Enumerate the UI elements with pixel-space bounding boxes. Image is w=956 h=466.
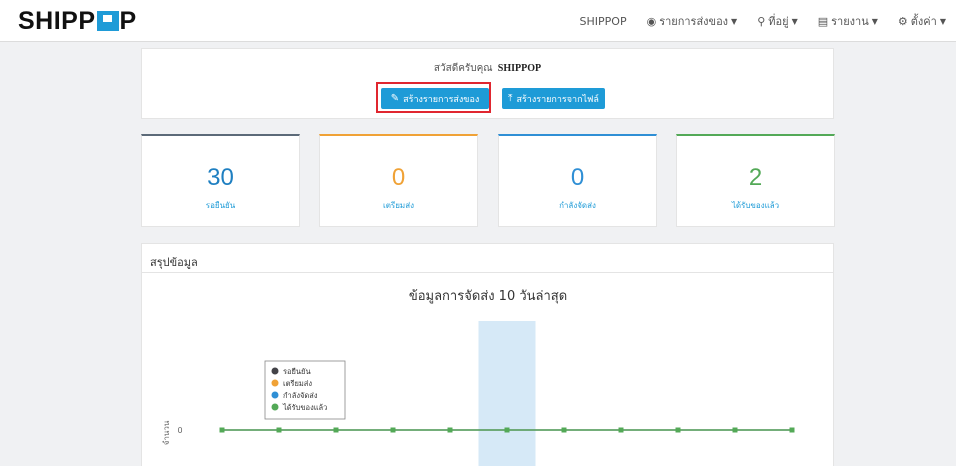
- stat-card-pending[interactable]: 30 รอยืนยัน: [141, 134, 300, 227]
- import-file-label: สร้างรายการจากไฟล์: [516, 94, 599, 105]
- stat-value: 30: [207, 164, 234, 191]
- data-point: [333, 427, 339, 433]
- data-point: [447, 427, 453, 433]
- data-point: [561, 427, 567, 433]
- nav-address-label: ที่อยู่: [768, 15, 789, 28]
- legend-label: รอยืนยัน: [283, 367, 311, 376]
- stat-value: 2: [748, 164, 763, 191]
- y-axis-label: จำนวน: [162, 420, 171, 445]
- stat-label: กำลังจัดส่ง: [559, 201, 596, 210]
- y-tick-label: 0: [177, 426, 182, 435]
- data-point: [390, 427, 396, 433]
- highlight-box: [376, 82, 491, 113]
- legend-marker: [271, 379, 279, 387]
- logo-text-right: P: [119, 6, 137, 35]
- chevron-down-icon: ▼: [939, 16, 946, 26]
- data-point: [789, 427, 795, 433]
- nav-shipments-menu[interactable]: ◉ รายการส่งของ ▼: [637, 0, 748, 42]
- top-navbar: SHIPP P SHIPPOP ◉ รายการส่งของ ▼ ⚲ ที่อยู…: [0, 0, 956, 42]
- legend-label: ได้รับของแล้ว: [282, 403, 327, 412]
- data-point: [618, 427, 624, 433]
- legend-label: เตรียมส่ง: [283, 379, 312, 388]
- chart-title: ข้อมูลการจัดส่ง 10 วันล่าสุด: [409, 289, 567, 304]
- nav-report-label: รายงาน: [831, 15, 869, 28]
- stat-value: 0: [570, 164, 585, 191]
- nav-address-menu[interactable]: ⚲ ที่อยู่ ▼: [747, 0, 808, 42]
- stat-label: รอยืนยัน: [205, 201, 236, 210]
- greeting-text: สวัสดีครับคุณ: [433, 63, 493, 74]
- data-point: [675, 427, 681, 433]
- chart-hover-band: [478, 321, 536, 466]
- data-point: [504, 427, 510, 433]
- chevron-down-icon: ▼: [871, 16, 878, 26]
- nav-company-name: SHIPPOP: [579, 14, 627, 28]
- stat-card-shipping[interactable]: 0 กำลังจัดส่ง: [498, 134, 657, 227]
- stat-value: 0: [391, 164, 406, 191]
- nav-report-menu[interactable]: ▤ รายงาน ▼: [808, 0, 888, 42]
- data-point: [732, 427, 738, 433]
- chevron-down-icon: ▼: [731, 16, 738, 26]
- nav-settings-label: ตั้งค่า: [910, 15, 937, 28]
- upload-icon: ⤒: [508, 93, 513, 104]
- logo-text-left: SHIPP: [18, 6, 96, 35]
- shippop-logo[interactable]: SHIPP P: [18, 6, 137, 35]
- stat-label: เตรียมส่ง: [383, 201, 414, 210]
- welcome-message: สวัสดีครับคุณ SHIPPOP: [142, 61, 833, 76]
- summary-title: สรุปข้อมูล: [150, 256, 198, 269]
- import-file-button[interactable]: ⤒ สร้างรายการจากไฟล์: [502, 88, 605, 109]
- map-pin-icon: ⚲: [757, 14, 766, 28]
- logo-box-icon: [96, 11, 119, 31]
- document-icon: ▤: [817, 14, 829, 28]
- chevron-down-icon: ▼: [791, 16, 798, 26]
- nav-settings-menu[interactable]: ⚙ ตั้งค่า ▼: [888, 0, 956, 42]
- stat-card-delivered[interactable]: 2 ได้รับของแล้ว: [676, 134, 835, 227]
- user-name: SHIPPOP: [497, 63, 542, 74]
- nav-shipments-label: รายการส่งของ: [659, 15, 729, 28]
- data-point: [276, 427, 282, 433]
- legend-label: กำลังจัดส่ง: [283, 391, 318, 400]
- stat-label: ได้รับของแล้ว: [731, 201, 780, 210]
- stat-card-preparing[interactable]: 0 เตรียมส่ง: [319, 134, 478, 227]
- truck-icon: ◉: [646, 14, 657, 28]
- shipment-chart: ข้อมูลการจัดส่ง 10 วันล่าสุดจำนวน 0 รอยืนย…: [162, 289, 795, 466]
- legend-marker: [271, 391, 279, 399]
- legend-marker: [271, 403, 279, 411]
- legend-marker: [271, 367, 279, 375]
- data-point: [219, 427, 225, 433]
- summary-panel: สรุปข้อมูล ข้อมูลการจัดส่ง 10 วันล่าสุดจ…: [141, 243, 834, 466]
- gear-icon: ⚙: [897, 14, 908, 28]
